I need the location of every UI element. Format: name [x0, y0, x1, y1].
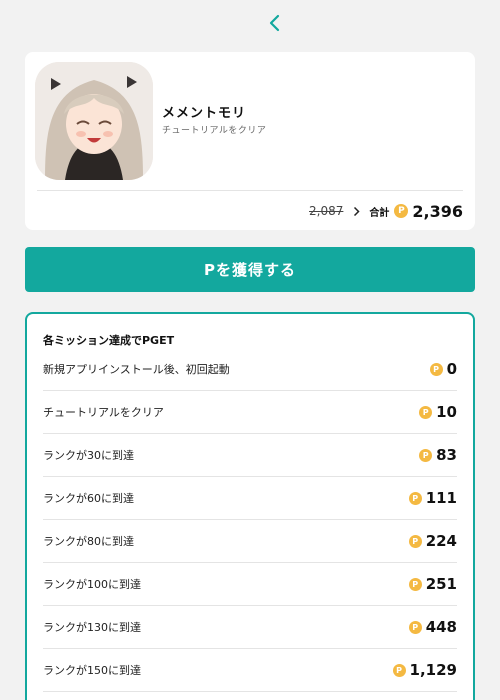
mission-row: チュートリアルをクリア P 10	[43, 391, 457, 434]
mission-row: ランクが80に到達 P 224	[43, 520, 457, 563]
mission-label: ランクが30に到達	[43, 449, 134, 462]
point-coin-icon: P	[429, 362, 443, 376]
mission-points: 448	[425, 618, 457, 636]
mission-points: 0	[446, 360, 457, 378]
mission-row: 新規アプリインストール後、初回起動 P0	[43, 348, 457, 391]
point-coin-icon: P	[408, 620, 422, 634]
mission-row: ランクが130に到達 P 448	[43, 606, 457, 649]
back-button[interactable]	[262, 10, 288, 36]
mission-row: ランクが100に到達 P 251	[43, 563, 457, 606]
mission-row: ランクが30に到達 P 83	[43, 434, 457, 477]
app-card: メメントモリ チュートリアルをクリア 2,087 合計 P 2,396	[25, 52, 475, 230]
mission-row: ランクが60に到達 P 111	[43, 477, 457, 520]
mission-points: 224	[425, 532, 457, 550]
chevron-right-icon	[353, 206, 360, 217]
point-coin-icon: P	[394, 204, 409, 218]
total-label: 合計	[369, 207, 390, 219]
points-summary: 2,087 合計 P 2,396	[309, 198, 463, 224]
mission-label: ランクが80に到達	[43, 535, 134, 548]
app-status: チュートリアルをクリア	[162, 126, 267, 136]
mission-card: 各ミッション達成でPGET 新規アプリインストール後、初回起動 P0 チュートリ…	[25, 312, 475, 700]
mission-label: ランクが100に到達	[43, 578, 141, 591]
previous-points: 2,087	[309, 204, 344, 218]
mission-points: 111	[425, 489, 457, 507]
point-coin-icon: P	[419, 405, 433, 419]
app-name: メメントモリ	[162, 106, 247, 121]
total-points: 2,396	[412, 201, 463, 221]
point-coin-icon: P	[392, 663, 406, 677]
mission-points: 83	[436, 446, 457, 464]
mission-label: ランクが60に到達	[43, 492, 134, 505]
get-points-button[interactable]: Pを獲得する	[25, 247, 475, 292]
mission-title: 各ミッション達成でPGET	[43, 334, 175, 347]
mission-label: チュートリアルをクリア	[43, 406, 164, 419]
mission-list: 新規アプリインストール後、初回起動 P0 チュートリアルをクリア P 10 ランク…	[43, 348, 457, 692]
mission-row: ランクが150に到達 P 1,129	[43, 649, 457, 692]
mission-points: 1,129	[409, 661, 457, 679]
mission-points: 251	[425, 575, 457, 593]
divider	[37, 190, 463, 191]
mission-points: 10	[436, 403, 457, 421]
app-icon	[35, 62, 153, 180]
chevron-left-icon	[269, 14, 280, 32]
mission-label: ランクが130に到達	[43, 621, 141, 634]
point-coin-icon: P	[419, 448, 433, 462]
point-coin-icon: P	[408, 491, 422, 505]
point-coin-icon: P	[408, 534, 422, 548]
mission-label: 新規アプリインストール後、初回起動	[43, 363, 230, 376]
mission-label: ランクが150に到達	[43, 664, 141, 677]
point-coin-icon: P	[408, 577, 422, 591]
